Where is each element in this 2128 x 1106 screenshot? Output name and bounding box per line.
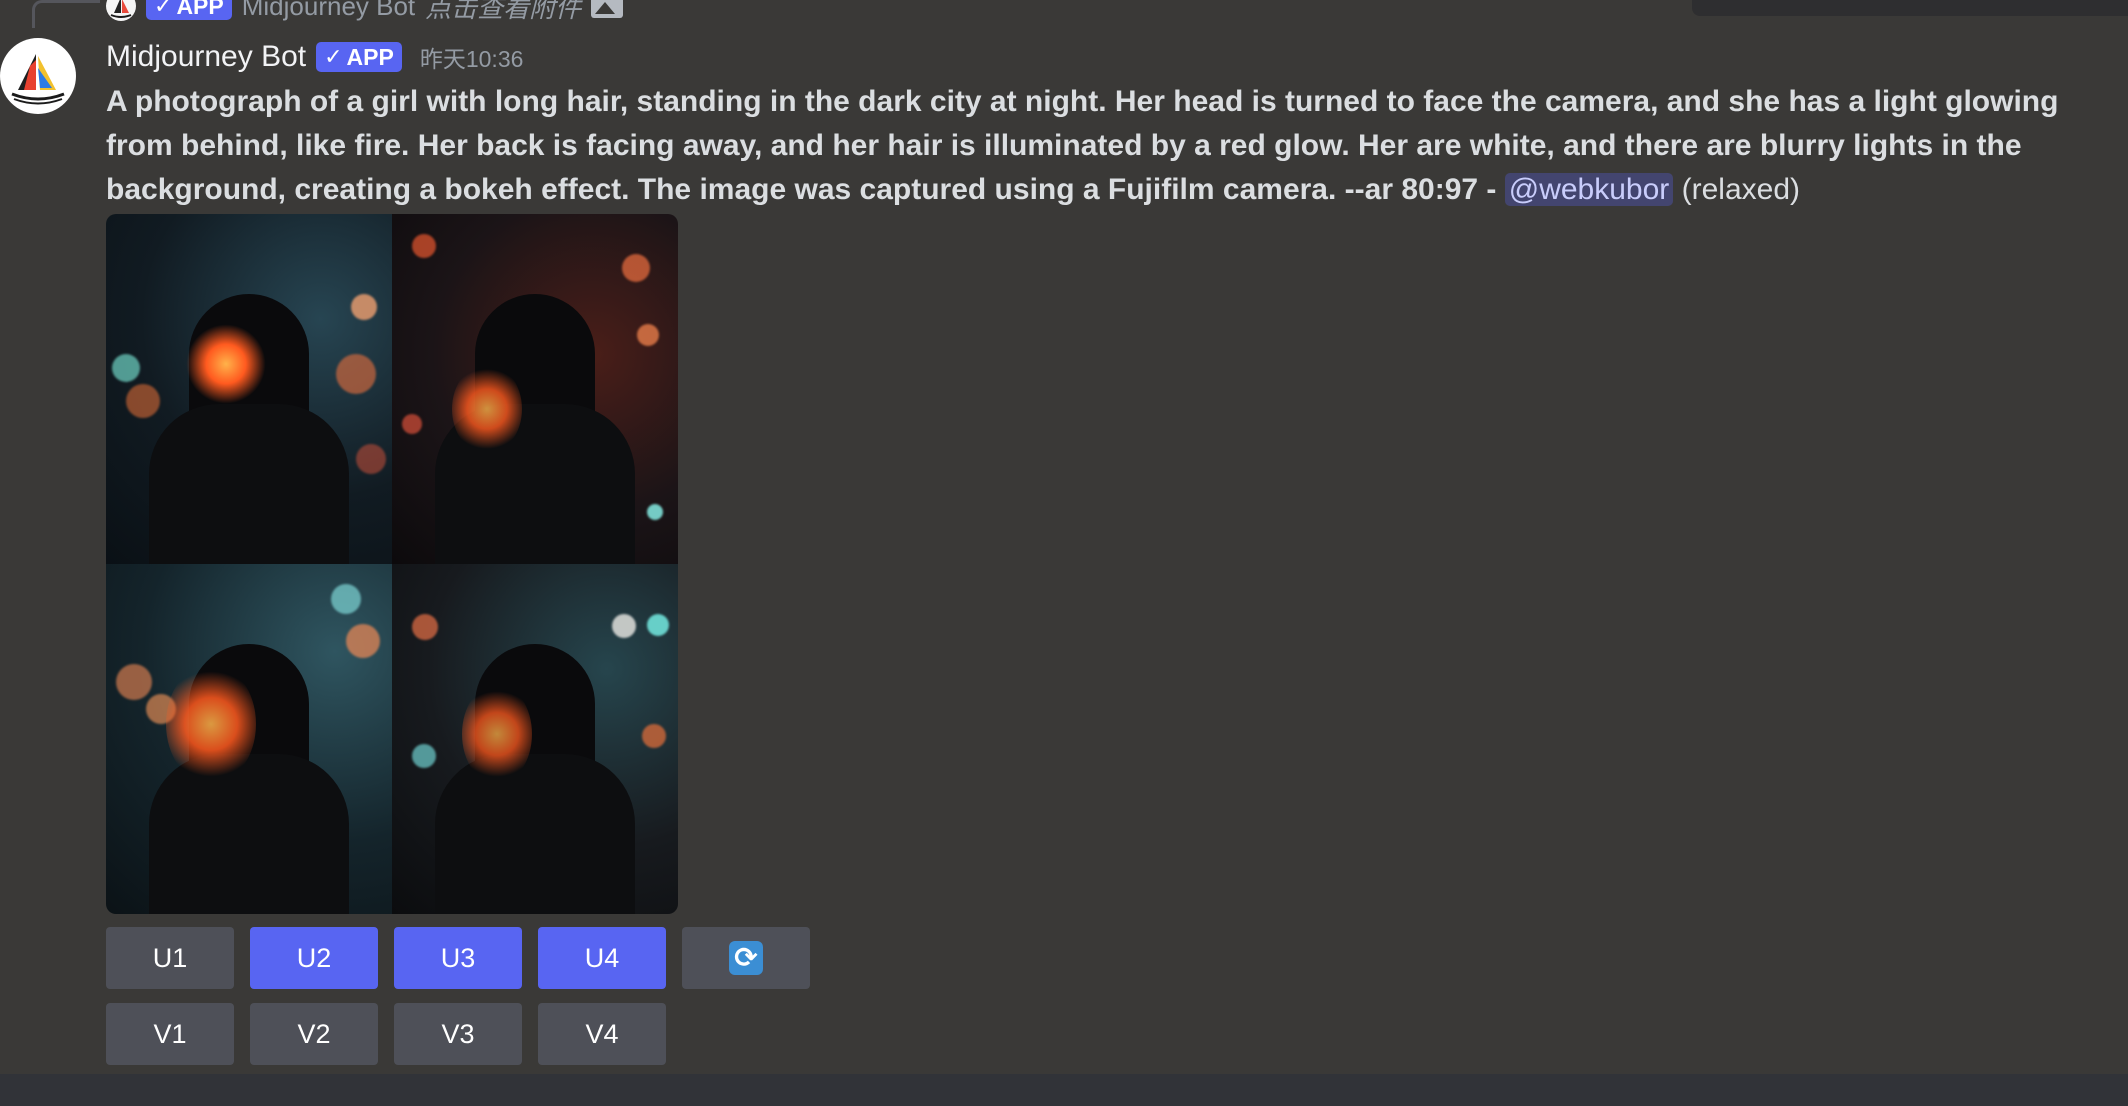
girl-silhouette [149,274,349,564]
app-badge: ✓ APP [316,42,402,72]
bokeh-light [351,294,377,320]
bokeh-light [642,724,666,748]
bokeh-light [647,504,663,520]
reroll-button[interactable]: ⟳ [682,927,810,989]
user-mention[interactable]: @webkubor [1504,173,1674,206]
bokeh-light [356,444,386,474]
refresh-icon: ⟳ [729,941,763,975]
bokeh-light [402,414,422,434]
bokeh-light [412,744,436,768]
girl-silhouette [435,624,635,914]
reply-author: Midjourney Bot [241,0,416,21]
bokeh-light [112,354,140,382]
bokeh-light [647,614,669,636]
upscale-button-3[interactable]: U3 [394,927,522,989]
bokeh-light [116,664,152,700]
image-grid[interactable] [106,214,678,914]
image-attachment-icon [591,0,624,18]
verified-check-icon: ✓ [324,44,343,69]
separator: - [1478,173,1505,206]
timestamp: 昨天10:36 [419,46,524,72]
image-tile-3[interactable] [106,564,392,914]
variation-button-3[interactable]: V3 [394,1003,522,1065]
message-content: A photograph of a girl with long hair, s… [106,80,2096,212]
fire-glow [452,364,522,454]
bokeh-light [331,584,361,614]
bokeh-light [412,234,436,258]
reply-preview-text[interactable]: 点击查看附件 [425,0,581,25]
bottom-bar [0,1074,2128,1106]
fire-glow [186,324,266,404]
bokeh-light [346,624,380,658]
avatar[interactable] [0,38,76,114]
author-name[interactable]: Midjourney Bot [106,40,306,74]
variation-button-4[interactable]: V4 [538,1003,666,1065]
upscale-button-1[interactable]: U1 [106,927,234,989]
reply-avatar [106,0,136,21]
message-header: Midjourney Bot ✓ APP 昨天10:36 [106,38,523,76]
fire-glow [462,684,532,784]
variation-button-2[interactable]: V2 [250,1003,378,1065]
image-tile-2[interactable] [392,214,678,564]
upscale-button-4[interactable]: U4 [538,927,666,989]
reply-connector [32,0,100,28]
verified-check-icon: ✓ [154,0,173,18]
mode-label: (relaxed) [1673,173,1800,206]
image-tile-4[interactable] [392,564,678,914]
upscale-button-2[interactable]: U2 [250,927,378,989]
fire-glow [166,664,256,784]
reply-preview[interactable]: ✓ APP Midjourney Bot 点击查看附件 [106,0,624,23]
reply-app-badge: ✓ APP [146,0,232,20]
girl-silhouette [149,624,349,914]
variation-button-1[interactable]: V1 [106,1003,234,1065]
top-right-toolbar-edge [1692,0,2128,16]
image-tile-1[interactable] [106,214,392,564]
bokeh-light [637,324,659,346]
